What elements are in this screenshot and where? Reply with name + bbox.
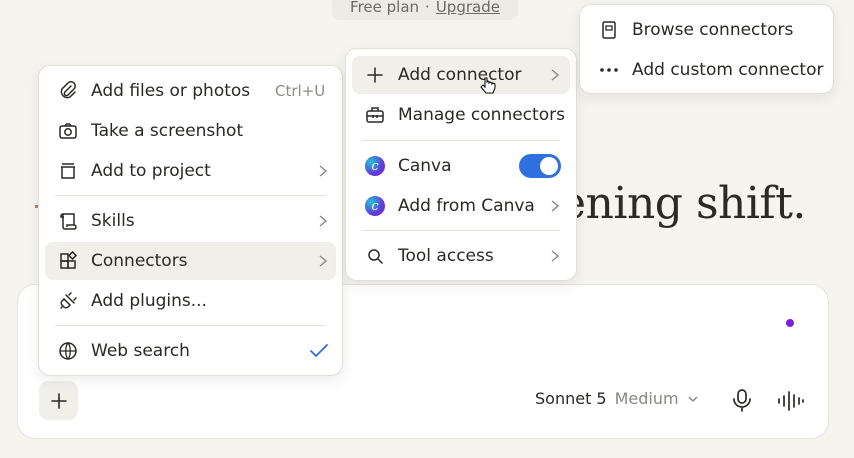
menu-item-tool-access[interactable]: Tool access	[352, 237, 570, 275]
model-selector[interactable]: Sonnet 5 Medium	[535, 389, 699, 408]
menu-divider	[362, 230, 560, 231]
menu-item-label: Canva	[398, 156, 452, 176]
chevron-down-icon	[688, 396, 698, 402]
menu-item-canva[interactable]: c Canva	[352, 147, 570, 185]
menu-divider	[362, 140, 560, 141]
menu-item-add-custom-connector[interactable]: Add custom connector	[586, 51, 827, 89]
menu-divider	[55, 325, 326, 326]
hand-cursor-icon	[480, 77, 496, 94]
voice-wave-icon[interactable]	[777, 389, 805, 413]
menu-item-label: Connectors	[91, 251, 188, 271]
plus-icon	[364, 64, 386, 86]
ellipsis-icon	[598, 59, 620, 81]
menu-item-label: Add from Canva	[398, 196, 535, 216]
menu-item-screenshot[interactable]: Take a screenshot	[45, 112, 336, 150]
plan-separator: ·	[425, 0, 430, 16]
menu-item-label: Add files or photos	[91, 81, 251, 101]
plug-icon	[57, 290, 79, 312]
add-attachment-button[interactable]	[39, 381, 78, 420]
add-connector-submenu: Browse connectors Add custom connector	[579, 4, 834, 94]
menu-item-browse-connectors[interactable]: Browse connectors	[586, 11, 827, 49]
status-dot	[786, 319, 794, 327]
checkmark-icon	[310, 344, 328, 358]
project-box-icon	[57, 160, 79, 182]
menu-item-label: Skills	[91, 211, 135, 231]
menu-item-add-to-project[interactable]: Add to project	[45, 152, 336, 190]
menu-item-label: Take a screenshot	[91, 121, 244, 141]
menu-item-connectors[interactable]: Connectors	[45, 242, 336, 280]
menu-item-skills[interactable]: Skills	[45, 202, 336, 240]
plan-label: Free plan	[350, 0, 420, 16]
canva-logo-icon: c	[364, 195, 386, 217]
menu-item-web-search[interactable]: Web search	[45, 332, 336, 370]
camera-icon	[57, 120, 79, 142]
paperclip-icon	[57, 80, 79, 102]
microphone-icon[interactable]	[731, 388, 753, 412]
chevron-right-icon	[319, 255, 328, 267]
menu-item-label: Browse connectors	[632, 20, 794, 40]
connectors-icon	[57, 250, 79, 272]
menu-item-label: Add custom connector	[632, 60, 824, 80]
canva-logo-icon: c	[364, 155, 386, 177]
menu-item-label: Add connector	[398, 65, 522, 85]
chevron-right-icon	[319, 165, 328, 177]
chevron-right-icon	[551, 200, 560, 212]
chevron-right-icon	[551, 250, 560, 262]
chevron-right-icon	[319, 215, 328, 227]
menu-item-label: Web search	[91, 341, 190, 361]
menu-item-add-connector[interactable]: Add connector	[352, 56, 570, 94]
plan-banner: Free plan · Upgrade	[332, 0, 518, 20]
search-icon	[364, 245, 386, 267]
chevron-right-icon	[551, 69, 560, 81]
menu-item-manage-connectors[interactable]: Manage connectors	[352, 96, 570, 134]
canva-toggle[interactable]	[519, 154, 561, 178]
upgrade-link[interactable]: Upgrade	[436, 0, 500, 16]
toolbox-icon	[364, 104, 386, 126]
book-icon	[598, 19, 620, 41]
attachment-menu: Add files or photos Ctrl+U Take a screen…	[38, 65, 343, 376]
scroll-icon	[57, 210, 79, 232]
menu-item-add-from-canva[interactable]: c Add from Canva	[352, 187, 570, 225]
globe-icon	[57, 340, 79, 362]
menu-item-label: Add to project	[91, 161, 211, 181]
menu-item-add-plugins[interactable]: Add plugins...	[45, 282, 336, 320]
connectors-submenu: Add connector Manage connectors c Canva …	[345, 48, 577, 281]
model-effort: Medium	[614, 389, 679, 408]
plus-icon	[50, 392, 67, 409]
menu-item-add-files[interactable]: Add files or photos Ctrl+U	[45, 72, 336, 110]
menu-item-label: Manage connectors	[398, 105, 565, 125]
model-name: Sonnet 5	[535, 389, 607, 408]
shortcut-hint: Ctrl+U	[275, 82, 326, 100]
menu-divider	[55, 195, 326, 196]
menu-item-label: Tool access	[398, 246, 494, 266]
greeting-headline: ening shift.	[560, 178, 806, 229]
menu-item-label: Add plugins...	[91, 291, 207, 311]
